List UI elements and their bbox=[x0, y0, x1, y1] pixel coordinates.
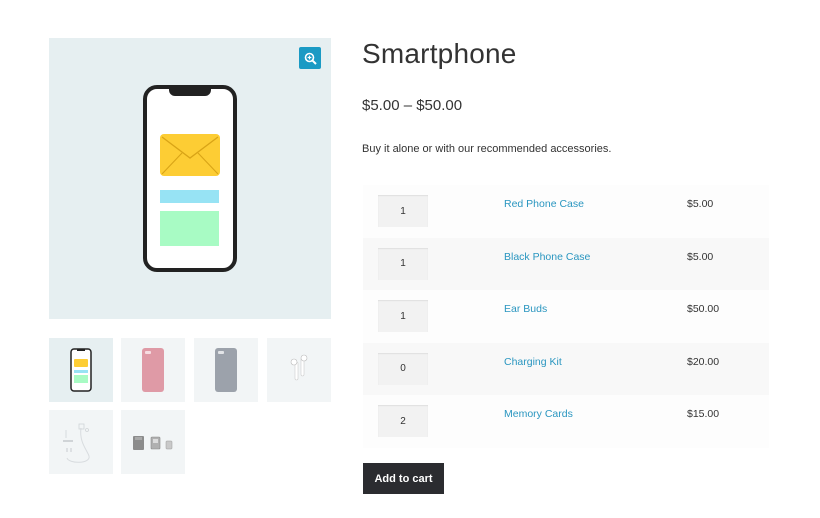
table-row: Memory Cards $15.00 bbox=[363, 395, 769, 448]
quantity-input[interactable] bbox=[378, 352, 428, 385]
thumbnail-charging-kit[interactable] bbox=[49, 410, 113, 474]
table-row: Red Phone Case $5.00 bbox=[363, 185, 769, 238]
envelope-icon bbox=[160, 134, 220, 176]
zoom-button[interactable] bbox=[299, 47, 321, 69]
quantity-input[interactable] bbox=[378, 247, 428, 280]
product-price-range: $5.00 – $50.00 bbox=[362, 97, 463, 114]
product-link[interactable]: Charging Kit bbox=[504, 356, 562, 368]
grouped-products-table: Red Phone Case $5.00 Black Phone Case $5… bbox=[363, 185, 769, 448]
product-link[interactable]: Red Phone Case bbox=[504, 198, 584, 210]
magnifier-plus-icon bbox=[304, 52, 317, 65]
charging-kit-icon bbox=[63, 423, 90, 463]
quantity-input[interactable] bbox=[378, 300, 428, 333]
phone-illustration bbox=[143, 85, 237, 272]
quantity-input[interactable] bbox=[378, 195, 428, 227]
product-short-description: Buy it alone or with our recommended acc… bbox=[362, 143, 612, 155]
table-row: Black Phone Case $5.00 bbox=[363, 237, 769, 291]
black-phone-case-icon bbox=[215, 348, 237, 392]
product-price: $5.00 bbox=[687, 198, 714, 210]
add-to-cart-button[interactable]: Add to cart bbox=[363, 463, 444, 494]
product-price: $50.00 bbox=[687, 303, 720, 316]
thumbnail-red-phone-case[interactable] bbox=[121, 338, 185, 402]
product-title: Smartphone bbox=[362, 38, 517, 69]
product-link[interactable]: Memory Cards bbox=[504, 408, 573, 420]
product-link[interactable]: Ear Buds bbox=[504, 303, 547, 315]
ear-buds-icon bbox=[290, 354, 308, 381]
table-row: Ear Buds $50.00 bbox=[363, 290, 769, 343]
table-row: Charging Kit $20.00 bbox=[363, 342, 769, 396]
thumbnail-memory-cards[interactable] bbox=[121, 410, 185, 474]
product-price: $20.00 bbox=[687, 355, 720, 368]
product-price: $15.00 bbox=[687, 408, 720, 421]
screen-bar-blue bbox=[160, 190, 219, 203]
memory-cards-icon bbox=[133, 436, 173, 450]
quantity-input[interactable] bbox=[378, 405, 428, 438]
phone-notch bbox=[169, 88, 211, 96]
screen-block-green bbox=[160, 211, 219, 246]
red-phone-case-icon bbox=[142, 348, 164, 392]
thumbnail-smartphone[interactable] bbox=[49, 338, 113, 402]
thumbnail-ear-buds[interactable] bbox=[267, 338, 331, 402]
product-price: $5.00 bbox=[687, 250, 714, 263]
thumbnail-black-phone-case[interactable] bbox=[194, 338, 258, 402]
smartphone-icon bbox=[70, 348, 92, 392]
product-link[interactable]: Black Phone Case bbox=[504, 251, 590, 263]
product-main-image[interactable] bbox=[49, 38, 331, 319]
